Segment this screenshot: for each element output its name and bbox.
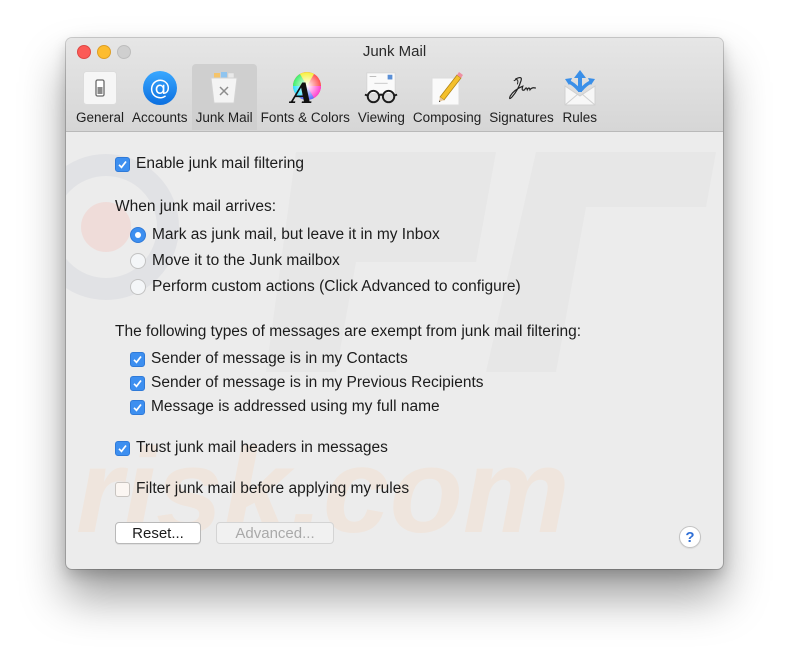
pencil-paper-icon xyxy=(429,70,465,106)
checkbox-label: Trust junk mail headers in messages xyxy=(136,439,388,456)
junk-bin-icon xyxy=(206,70,242,106)
tab-signatures[interactable]: Signatures xyxy=(485,64,558,130)
tab-label: Signatures xyxy=(489,110,554,125)
checkbox-checked-icon xyxy=(115,156,130,172)
advanced-button[interactable]: Advanced... xyxy=(216,522,334,544)
arrival-heading: When junk mail arrives: xyxy=(115,198,276,216)
checkbox-checked-icon xyxy=(130,375,145,391)
tab-label: Accounts xyxy=(132,110,188,125)
tab-label: General xyxy=(76,110,125,125)
radio-unselected-icon xyxy=(130,279,146,295)
tab-general[interactable]: General xyxy=(72,64,128,130)
radio-mark-as-junk[interactable]: Mark as junk mail, but leave it in my In… xyxy=(130,226,440,244)
arrival-heading-text: When junk mail arrives: xyxy=(115,198,277,215)
preferences-window: Junk Mail General @ Accounts Junk Mail A… xyxy=(66,38,723,569)
exempt-full-name-checkbox[interactable]: Message is addressed using my full name xyxy=(130,398,440,416)
checkbox-label: Filter junk mail before applying my rule… xyxy=(136,480,410,497)
radio-custom-actions[interactable]: Perform custom actions (Click Advanced t… xyxy=(130,278,521,296)
tab-viewing[interactable]: Viewing xyxy=(354,64,409,130)
signature-icon xyxy=(503,70,539,106)
preferences-toolbar: General @ Accounts Junk Mail A Fonts & C… xyxy=(72,64,602,131)
radio-label: Perform custom actions (Click Advanced t… xyxy=(152,278,521,295)
checkbox-unchecked-icon xyxy=(115,481,130,497)
tab-label: Fonts & Colors xyxy=(260,110,350,125)
trust-headers-checkbox[interactable]: Trust junk mail headers in messages xyxy=(115,439,388,457)
title-bar: Junk Mail General @ Accounts Junk Mail A… xyxy=(66,38,723,132)
tab-rules[interactable]: Rules xyxy=(558,64,602,130)
tab-label: Junk Mail xyxy=(195,110,253,125)
filter-before-rules-checkbox[interactable]: Filter junk mail before applying my rule… xyxy=(115,480,409,498)
reset-button[interactable]: Reset... xyxy=(115,522,201,544)
exempt-heading: The following types of messages are exem… xyxy=(115,323,581,341)
radio-selected-icon xyxy=(130,227,146,243)
radio-unselected-icon xyxy=(130,253,146,269)
radio-move-to-junk[interactable]: Move it to the Junk mailbox xyxy=(130,252,340,270)
svg-text:A: A xyxy=(288,77,313,106)
tab-label: Composing xyxy=(412,110,482,125)
general-switch-icon xyxy=(82,70,118,106)
at-sign-icon: @ xyxy=(142,70,178,106)
radio-label: Move it to the Junk mailbox xyxy=(152,252,340,269)
font-color-wheel-icon: A xyxy=(287,70,323,106)
tab-composing[interactable]: Composing xyxy=(409,64,485,130)
tab-label: Viewing xyxy=(357,110,405,125)
checkbox-label: Sender of message is in my Previous Reci… xyxy=(151,374,484,391)
envelope-arrows-icon xyxy=(562,70,598,106)
window-title: Junk Mail xyxy=(362,43,427,60)
exempt-heading-text: The following types of messages are exem… xyxy=(115,323,582,340)
junk-mail-panel: risk.com Enable junk mail filtering When… xyxy=(66,132,723,569)
tab-fonts-colors[interactable]: A Fonts & Colors xyxy=(257,64,354,130)
tab-junk-mail[interactable]: Junk Mail xyxy=(191,64,257,130)
exempt-contacts-checkbox[interactable]: Sender of message is in my Contacts xyxy=(130,350,408,368)
checkbox-checked-icon xyxy=(130,399,145,415)
help-button[interactable]: ? xyxy=(679,526,701,548)
tab-accounts[interactable]: @ Accounts xyxy=(128,64,192,130)
checkbox-label: Sender of message is in my Contacts xyxy=(151,350,408,367)
checkbox-checked-icon xyxy=(130,351,145,367)
checkbox-checked-icon xyxy=(115,440,130,456)
exempt-previous-recipients-checkbox[interactable]: Sender of message is in my Previous Reci… xyxy=(130,374,484,392)
enable-junk-filtering-checkbox[interactable]: Enable junk mail filtering xyxy=(115,155,304,173)
checkbox-label: Message is addressed using my full name xyxy=(151,398,440,415)
svg-text:@: @ xyxy=(149,76,170,100)
radio-label: Mark as junk mail, but leave it in my In… xyxy=(152,226,440,243)
enable-junk-filtering-label: Enable junk mail filtering xyxy=(136,155,305,172)
glasses-letter-icon xyxy=(363,70,399,106)
tab-label: Rules xyxy=(562,110,598,125)
